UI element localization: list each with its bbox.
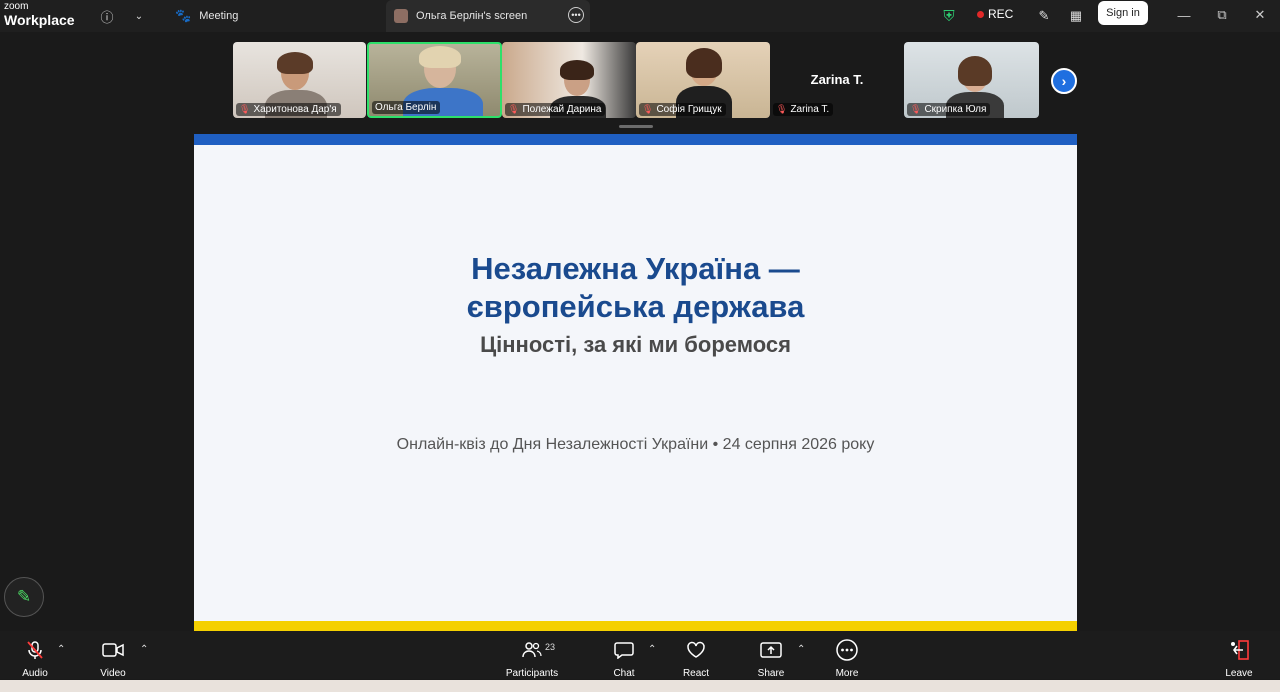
- chevron-down-icon[interactable]: ⌄: [128, 5, 150, 27]
- info-icon[interactable]: ⓘ: [96, 5, 118, 27]
- participant-name-tag: 🎙︎ Полежай Дарина: [505, 103, 606, 116]
- participant-name: Скрипка Юля: [924, 104, 987, 115]
- tab-meeting-label: Meeting: [199, 10, 239, 22]
- slide-subtitle: Цінності, за які ми боремося: [480, 332, 791, 357]
- participants-label: Participants: [505, 668, 559, 679]
- more-dots-icon: [836, 639, 858, 661]
- participant-name: Полежай Дарина: [522, 104, 602, 115]
- restore-button[interactable]: ⧉: [1209, 4, 1235, 26]
- share-screen-icon: [760, 640, 782, 660]
- tab-shared-screen[interactable]: Ольга Берлін's screen •••: [386, 0, 590, 32]
- more-options-icon[interactable]: •••: [568, 7, 584, 23]
- participant-name-tag: 🎙︎ Софія Грищук: [639, 103, 726, 116]
- mic-muted-icon: [25, 640, 45, 660]
- rec-label: REC: [988, 7, 1014, 21]
- more-label: More: [835, 668, 859, 679]
- share-button[interactable]: Share: [741, 640, 801, 679]
- chat-options-caret[interactable]: ⌃: [648, 644, 656, 655]
- video-tile-active-speaker[interactable]: Ольга Берлін: [367, 42, 502, 118]
- leave-door-icon: [1228, 640, 1250, 660]
- rec-indicator[interactable]: REC: [977, 7, 1013, 21]
- paw-icon: 🐾: [175, 8, 192, 23]
- screen-avatar-icon: [394, 9, 408, 23]
- participant-name: Zarina T.: [790, 104, 830, 115]
- heart-icon: [686, 640, 706, 660]
- react-button[interactable]: React: [666, 640, 726, 679]
- mic-muted-icon: 🎙︎: [910, 104, 922, 114]
- react-label: React: [682, 668, 710, 679]
- leave-label: Leave: [1225, 668, 1253, 679]
- shared-screen-slide: Незалежна Україна — європейська держава …: [194, 134, 1077, 631]
- annotate-pencil-button[interactable]: ✎: [4, 577, 44, 617]
- sign-in-button[interactable]: Sign in: [1098, 1, 1148, 25]
- mic-muted-icon: 🎙︎: [508, 104, 520, 114]
- share-label: Share: [757, 668, 785, 679]
- participant-name-tag: 🎙︎ Скрипка Юля: [907, 103, 991, 116]
- video-tile[interactable]: 🎙︎ Софія Грищук: [636, 42, 770, 118]
- video-tile[interactable]: 🎙︎ Харитонова Дар'я: [233, 42, 366, 118]
- close-button[interactable]: ✕: [1247, 4, 1273, 26]
- participant-name-tag: 🎙︎ Zarina T.: [773, 103, 834, 116]
- slide-top-stripe: [194, 134, 1077, 145]
- mic-muted-icon: 🎙︎: [776, 104, 788, 114]
- video-tile[interactable]: 🎙︎ Скрипка Юля: [904, 42, 1039, 118]
- slide-footer: Онлайн-квіз до Дня Незалежності України …: [396, 436, 875, 453]
- tab-meeting[interactable]: 🐾 Meeting: [170, 0, 370, 32]
- video-button[interactable]: Video: [83, 640, 143, 679]
- participant-name-tag: Ольга Берлін: [372, 101, 441, 114]
- apps-icon[interactable]: ▦: [1065, 5, 1087, 27]
- leave-button[interactable]: Leave: [1209, 640, 1269, 679]
- video-label: Video: [100, 668, 126, 679]
- mic-muted-icon: 🎙︎: [642, 104, 654, 114]
- chat-bubble-icon: [614, 640, 634, 660]
- taskbar-edge: [0, 680, 1280, 692]
- video-camera-icon: [102, 640, 124, 660]
- strip-drag-handle[interactable]: [619, 125, 653, 128]
- zoom-logo: zoom Workplace: [4, 1, 75, 28]
- video-tile-no-video[interactable]: Zarina T. 🎙︎ Zarina T.: [770, 42, 904, 118]
- participant-name: Харитонова Дар'я: [253, 104, 337, 115]
- tab-screen-label: Ольга Берлін's screen: [416, 10, 528, 22]
- slide-title: Незалежна Україна — європейська держава: [194, 250, 1077, 326]
- slide-title-line2: європейська держава: [466, 289, 805, 324]
- slide-title-line1: Незалежна Україна —: [471, 251, 800, 286]
- video-options-caret[interactable]: ⌃: [140, 644, 148, 655]
- chat-label: Chat: [613, 668, 635, 679]
- audio-options-caret[interactable]: ⌃: [57, 644, 65, 655]
- shield-icon[interactable]: ⛨: [938, 5, 960, 27]
- audio-button[interactable]: Audio: [5, 640, 65, 679]
- participant-name: Ольга Берлін: [375, 102, 437, 113]
- logo-line2: Workplace: [4, 12, 75, 28]
- video-tile[interactable]: 🎙︎ Полежай Дарина: [502, 42, 636, 118]
- pencil-icon: ✎: [16, 587, 32, 606]
- mic-muted-icon: 🎙︎: [239, 104, 251, 114]
- minimize-button[interactable]: —: [1171, 4, 1197, 26]
- share-options-caret[interactable]: ⌃: [797, 644, 805, 655]
- slide-bottom-stripe: [194, 621, 1077, 631]
- logo-line1: zoom: [4, 1, 29, 12]
- next-page-button[interactable]: ›: [1051, 68, 1077, 94]
- participant-name: Софія Грищук: [656, 104, 722, 115]
- chat-button[interactable]: Chat: [594, 640, 654, 679]
- rec-dot: [977, 10, 984, 18]
- participants-count: 23: [545, 642, 556, 652]
- audio-label: Audio: [22, 668, 48, 679]
- participant-display-name: Zarina T.: [810, 72, 864, 87]
- chevron-right-icon: ›: [1061, 73, 1067, 89]
- participant-name-tag: 🎙︎ Харитонова Дар'я: [236, 103, 341, 116]
- magic-wand-icon[interactable]: ✎: [1033, 5, 1055, 27]
- participants-icon: [522, 640, 542, 660]
- more-button[interactable]: More: [817, 639, 877, 679]
